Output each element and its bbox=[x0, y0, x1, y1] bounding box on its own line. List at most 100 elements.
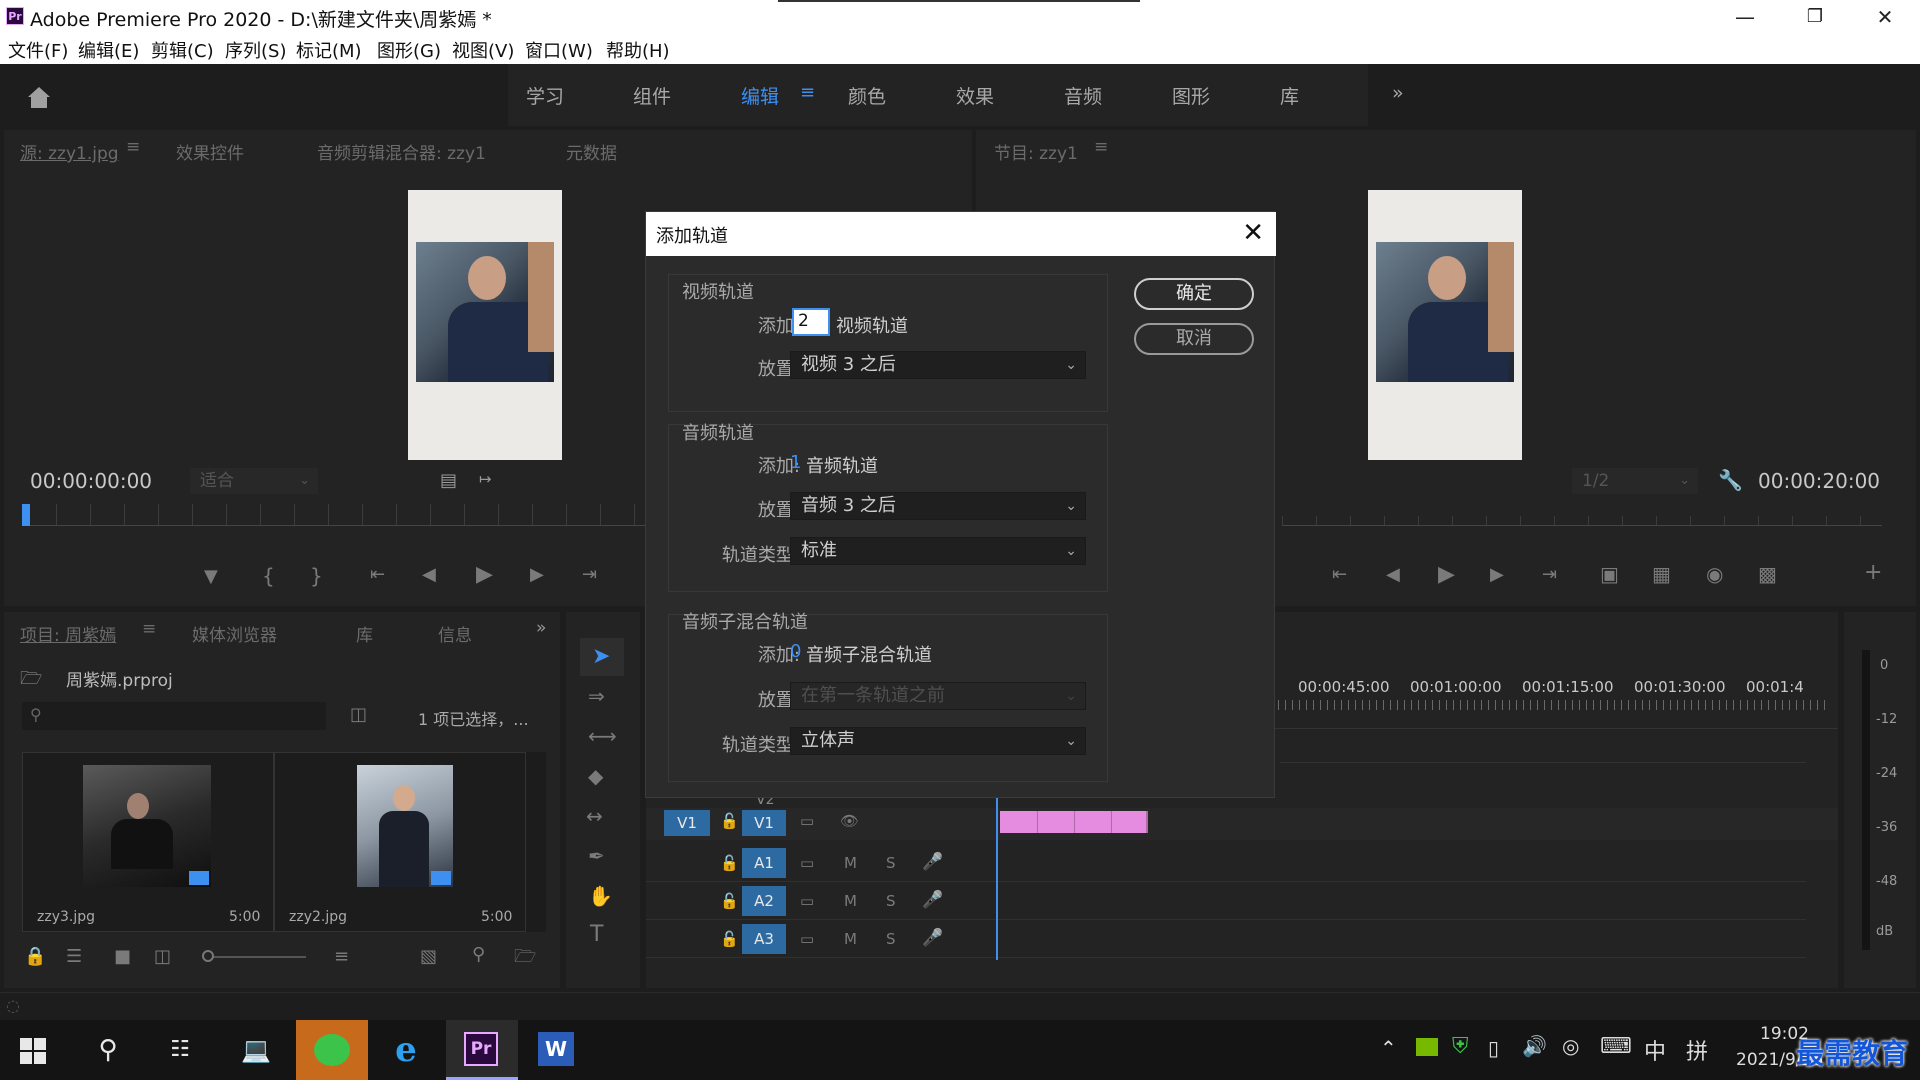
wifi-icon[interactable]: ◎ bbox=[1562, 1034, 1579, 1058]
timeline-ruler[interactable] bbox=[1278, 700, 1826, 710]
menu-window[interactable]: 窗口(W) bbox=[525, 37, 593, 63]
camera-icon[interactable]: ◉ bbox=[1706, 562, 1723, 586]
video-add-count-input[interactable]: 2 bbox=[792, 308, 830, 336]
step-back-icon[interactable]: ◀ bbox=[1386, 564, 1400, 585]
menu-file[interactable]: 文件(F) bbox=[8, 37, 68, 63]
keyboard-icon[interactable]: ⌨ bbox=[1600, 1034, 1632, 1059]
premiere-taskbar-icon[interactable]: Pr bbox=[446, 1020, 518, 1080]
sort-icon[interactable]: ≡ bbox=[334, 946, 349, 967]
microphone-icon[interactable]: 🎤 bbox=[922, 890, 943, 910]
menu-sequence[interactable]: 序列(S) bbox=[225, 37, 286, 63]
project-search-input[interactable]: ⚲ bbox=[22, 702, 326, 730]
compare-icon[interactable]: ▩ bbox=[1758, 562, 1777, 586]
mute-button[interactable]: M bbox=[844, 854, 857, 872]
mute-button[interactable]: M bbox=[844, 892, 857, 910]
ok-button[interactable]: 确定 bbox=[1134, 278, 1254, 310]
ripple-edit-icon[interactable]: ⟷ bbox=[588, 724, 617, 748]
volume-icon[interactable]: 🔊 bbox=[1522, 1034, 1547, 1058]
pen-icon[interactable]: ✒ bbox=[588, 844, 605, 868]
cancel-button[interactable]: 取消 bbox=[1134, 323, 1254, 355]
lock-icon[interactable]: 🔓 bbox=[720, 854, 739, 872]
zoom-slider[interactable] bbox=[206, 956, 306, 958]
tab-editing[interactable]: 编辑 bbox=[741, 82, 779, 109]
hand-icon[interactable]: ✋ bbox=[588, 884, 613, 908]
menu-clip[interactable]: 剪辑(C) bbox=[151, 37, 214, 63]
razor-icon[interactable]: ◆ bbox=[588, 764, 603, 788]
task-view-icon[interactable]: ☷ bbox=[144, 1020, 216, 1080]
lock-icon[interactable]: 🔓 bbox=[720, 812, 739, 830]
tab-info[interactable]: 信息 bbox=[438, 621, 472, 646]
ie-browser-icon[interactable]: e bbox=[370, 1020, 442, 1080]
tab-graphics[interactable]: 图形 bbox=[1172, 82, 1210, 109]
program-panel-menu-icon[interactable]: ≡ bbox=[1094, 137, 1108, 157]
solo-button[interactable]: S bbox=[886, 854, 896, 872]
source-playhead[interactable] bbox=[22, 504, 30, 526]
eye-icon[interactable]: 👁 bbox=[840, 812, 859, 830]
search-icon[interactable]: ⚲ bbox=[472, 944, 485, 965]
workspace-more-icon[interactable]: » bbox=[1392, 82, 1404, 104]
audio-place-dropdown[interactable]: 音频 3 之后 ⌄ bbox=[790, 492, 1086, 520]
tab-libraries-panel[interactable]: 库 bbox=[356, 621, 373, 646]
program-timecode[interactable]: 00:00:20:00 bbox=[1758, 469, 1880, 493]
step-forward-icon[interactable]: ▶ bbox=[1490, 564, 1504, 585]
audio-add-count[interactable]: 1 bbox=[790, 452, 801, 473]
ime-pinyin[interactable]: 拼 bbox=[1686, 1034, 1708, 1066]
go-to-in-icon[interactable]: ⇤ bbox=[1332, 564, 1347, 585]
slip-icon[interactable]: ↔ bbox=[586, 804, 603, 828]
mark-out-icon[interactable]: } bbox=[310, 564, 323, 588]
play-icon[interactable]: ▶ bbox=[476, 562, 493, 587]
source-timecode[interactable]: 00:00:00:00 bbox=[30, 469, 152, 493]
tab-source[interactable]: 源: zzy1.jpg bbox=[20, 139, 119, 164]
icon-view-icon[interactable]: ■ bbox=[114, 946, 131, 967]
tab-program[interactable]: 节目: zzy1 bbox=[994, 139, 1078, 164]
menu-graphics[interactable]: 图形(G) bbox=[377, 37, 441, 63]
workspace-menu-icon[interactable]: ≡ bbox=[800, 82, 815, 103]
step-back-icon[interactable]: ◀ bbox=[422, 564, 436, 585]
list-view-icon[interactable]: ☰ bbox=[66, 946, 82, 967]
automate-icon[interactable]: ▧ bbox=[420, 946, 437, 967]
go-to-out-icon[interactable]: ⇥ bbox=[582, 564, 597, 585]
close-icon[interactable]: ✕ bbox=[1242, 218, 1264, 248]
track-target-v1[interactable]: V1 bbox=[742, 810, 786, 836]
ime-mode[interactable]: 中 bbox=[1644, 1034, 1666, 1066]
resolution-dropdown[interactable]: 1/2 ⌄ bbox=[1572, 468, 1698, 494]
type-tool-icon[interactable]: T bbox=[590, 922, 603, 947]
program-timeline-ruler[interactable] bbox=[1282, 516, 1882, 526]
lock-icon[interactable]: 🔒 bbox=[24, 946, 46, 967]
tab-project[interactable]: 项目: 周紫嫣 bbox=[20, 621, 116, 646]
freeform-view-icon[interactable]: ◫ bbox=[154, 946, 171, 967]
home-icon[interactable] bbox=[14, 80, 64, 114]
track-target-a3[interactable]: A3 bbox=[742, 924, 786, 954]
tab-metadata[interactable]: 元数据 bbox=[566, 139, 617, 164]
zoom-slider-handle[interactable] bbox=[202, 950, 214, 962]
menu-edit[interactable]: 编辑(E) bbox=[78, 37, 139, 63]
menu-help[interactable]: 帮助(H) bbox=[606, 37, 670, 63]
selection-tool[interactable]: ➤ bbox=[580, 638, 624, 676]
lock-icon[interactable]: 🔓 bbox=[720, 892, 739, 910]
source-panel-menu-icon[interactable]: ≡ bbox=[126, 137, 140, 157]
video-place-dropdown[interactable]: 视频 3 之后 ⌄ bbox=[790, 351, 1086, 379]
project-panel-menu-icon[interactable]: ≡ bbox=[142, 619, 156, 639]
add-button-icon[interactable]: + bbox=[1864, 560, 1882, 585]
tab-assembly[interactable]: 组件 bbox=[633, 82, 671, 109]
menu-marker[interactable]: 标记(M) bbox=[296, 37, 362, 63]
tab-learn[interactable]: 学习 bbox=[526, 82, 564, 109]
search-icon[interactable]: ⚲ bbox=[72, 1020, 144, 1080]
go-to-out-icon[interactable]: ⇥ bbox=[1542, 564, 1557, 585]
extract-icon[interactable]: ▦ bbox=[1652, 562, 1671, 586]
submix-add-count[interactable]: 0 bbox=[790, 641, 801, 662]
menu-view[interactable]: 视图(V) bbox=[452, 37, 514, 63]
play-icon[interactable]: ▶ bbox=[1438, 562, 1455, 587]
tab-audio-clip-mixer[interactable]: 音频剪辑混合器: zzy1 bbox=[317, 139, 486, 164]
solo-button[interactable]: S bbox=[886, 930, 896, 948]
tray-expand-icon[interactable]: ⌃ bbox=[1380, 1036, 1397, 1060]
tab-effect-controls[interactable]: 效果控件 bbox=[176, 139, 244, 164]
list-item[interactable]: zzy3.jpg 5:00 bbox=[22, 752, 274, 932]
sync-icon[interactable]: ▭ bbox=[800, 854, 814, 872]
new-bin-icon[interactable]: 🗁 bbox=[514, 944, 536, 974]
mark-in-icon[interactable]: { bbox=[262, 564, 275, 588]
tab-libraries[interactable]: 库 bbox=[1280, 82, 1299, 109]
lift-icon[interactable]: ▣ bbox=[1600, 562, 1619, 586]
security-shield-icon[interactable]: ⛨ bbox=[1452, 1034, 1469, 1059]
minimize-icon[interactable]: — bbox=[1710, 0, 1780, 34]
